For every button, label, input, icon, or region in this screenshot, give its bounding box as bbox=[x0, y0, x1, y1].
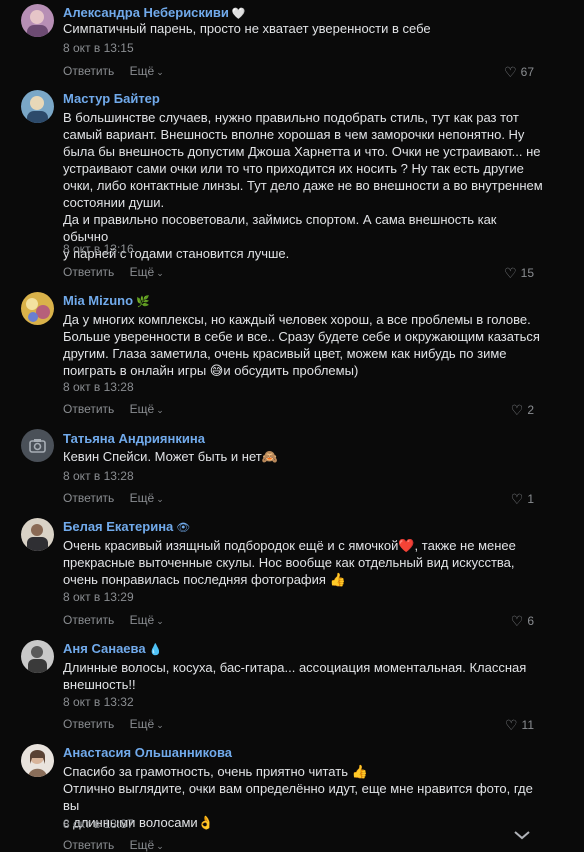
avatar[interactable] bbox=[21, 292, 54, 325]
comment-actions: Ответить Ещё ⌄ bbox=[63, 717, 164, 731]
like-button[interactable]: ♡ 67 bbox=[504, 63, 534, 80]
avatar[interactable] bbox=[21, 744, 54, 777]
like-button[interactable]: ♡ 6 bbox=[511, 612, 534, 629]
comment-text: Спасибо за грамотность, очень приятно чи… bbox=[63, 764, 533, 830]
heart-icon: ♡ bbox=[504, 265, 517, 281]
comment-text: Очень красивый изящный подбородок ещё и … bbox=[63, 538, 516, 587]
comment-text: Длинные волосы, косуха, бас-гитара... ас… bbox=[63, 660, 527, 692]
comment-date[interactable]: 8 окт в 13:16 bbox=[63, 242, 134, 256]
eye-icon: 👁 bbox=[176, 522, 191, 534]
more-button[interactable]: Ещё ⌄ bbox=[130, 491, 164, 505]
comment-text: В большинстве случаев, нужно правильно п… bbox=[63, 110, 543, 261]
like-button[interactable]: ♡ 2 bbox=[511, 401, 534, 418]
heart-icon: ♡ bbox=[510, 491, 524, 507]
avatar[interactable] bbox=[21, 640, 54, 673]
reply-button[interactable]: Ответить bbox=[63, 838, 114, 852]
chevron-down-icon: ⌄ bbox=[156, 67, 164, 77]
reply-button[interactable]: Ответить bbox=[63, 613, 114, 627]
comment-actions: Ответить Ещё ⌄ bbox=[63, 64, 164, 78]
comment-actions: Ответить Ещё ⌄ bbox=[63, 613, 164, 627]
comment-date[interactable]: 8 окт в 13:32 bbox=[63, 695, 134, 709]
comment-actions: Ответить Ещё ⌄ bbox=[63, 491, 164, 505]
more-button[interactable]: Ещё ⌄ bbox=[130, 64, 164, 78]
comment-text: Да у многих комплексы, но каждый человек… bbox=[63, 312, 540, 378]
author-name[interactable]: Аня Санаева 💧 bbox=[63, 641, 162, 656]
comment-actions: Ответить Ещё ⌄ bbox=[63, 402, 164, 416]
chevron-down-icon: ⌄ bbox=[156, 405, 164, 415]
heart-icon: ♡ bbox=[510, 613, 524, 629]
heart-icon: ♡ bbox=[504, 717, 518, 733]
author-name[interactable]: Mia Mizuno 🌿 bbox=[63, 293, 150, 308]
comment-date[interactable]: 8 окт в 13:37 bbox=[63, 817, 134, 831]
droplet-icon: 💧 bbox=[148, 644, 163, 656]
avatar[interactable] bbox=[21, 518, 54, 551]
author-name[interactable]: Александра Неберискиви 🤍 bbox=[63, 5, 246, 20]
heart-icon: ♡ bbox=[510, 402, 524, 418]
avatar[interactable] bbox=[21, 90, 54, 123]
chevron-down-icon: ⌄ bbox=[156, 720, 164, 730]
avatar[interactable] bbox=[21, 4, 54, 37]
comment-actions: Ответить Ещё ⌄ bbox=[63, 265, 164, 279]
comment-date[interactable]: 8 окт в 13:28 bbox=[63, 380, 134, 394]
more-button[interactable]: Ещё ⌄ bbox=[130, 613, 164, 627]
comment-date[interactable]: 8 окт в 13:15 bbox=[63, 41, 134, 55]
reply-button[interactable]: Ответить bbox=[63, 402, 114, 416]
author-name[interactable]: Белая Екатерина 👁 bbox=[63, 519, 190, 534]
chevron-down-icon: ⌄ bbox=[156, 494, 164, 504]
like-button[interactable]: ♡ 11 bbox=[505, 716, 534, 733]
comment-text: Симпатичный парень, просто не хватает ув… bbox=[63, 21, 431, 36]
reply-button[interactable]: Ответить bbox=[63, 265, 114, 279]
like-button[interactable]: ♡ 1 bbox=[511, 490, 534, 507]
heart-icon: ♡ bbox=[504, 64, 517, 80]
more-button[interactable]: Ещё ⌄ bbox=[130, 838, 164, 852]
author-name[interactable]: Мастур Байтер bbox=[63, 91, 160, 106]
like-button[interactable]: ♡ 15 bbox=[504, 264, 534, 281]
author-name[interactable]: Татьяна Андриянкина bbox=[63, 431, 205, 446]
comment-date[interactable]: 8 окт в 13:29 bbox=[63, 590, 134, 604]
comment-text: Кевин Спейси. Может быть и нет🙈 bbox=[63, 449, 278, 464]
chevron-down-icon: ⌄ bbox=[156, 268, 164, 278]
reply-button[interactable]: Ответить bbox=[63, 717, 114, 731]
avatar[interactable] bbox=[21, 429, 54, 462]
chevron-down-icon: ⌄ bbox=[156, 616, 164, 626]
more-button[interactable]: Ещё ⌄ bbox=[130, 402, 164, 416]
comment-actions: Ответить Ещё ⌄ bbox=[63, 838, 164, 852]
more-button[interactable]: Ещё ⌄ bbox=[130, 265, 164, 279]
reply-button[interactable]: Ответить bbox=[63, 491, 114, 505]
reply-button[interactable]: Ответить bbox=[63, 64, 114, 78]
comment-date[interactable]: 8 окт в 13:28 bbox=[63, 469, 134, 483]
leaf-icon: 🌿 bbox=[136, 296, 150, 308]
author-name[interactable]: Анастасия Ольшанникова bbox=[63, 745, 232, 760]
scroll-down-button[interactable] bbox=[512, 828, 532, 842]
chevron-down-icon bbox=[514, 831, 530, 840]
badge-icon: 🤍 bbox=[231, 8, 246, 20]
more-button[interactable]: Ещё ⌄ bbox=[130, 717, 164, 731]
